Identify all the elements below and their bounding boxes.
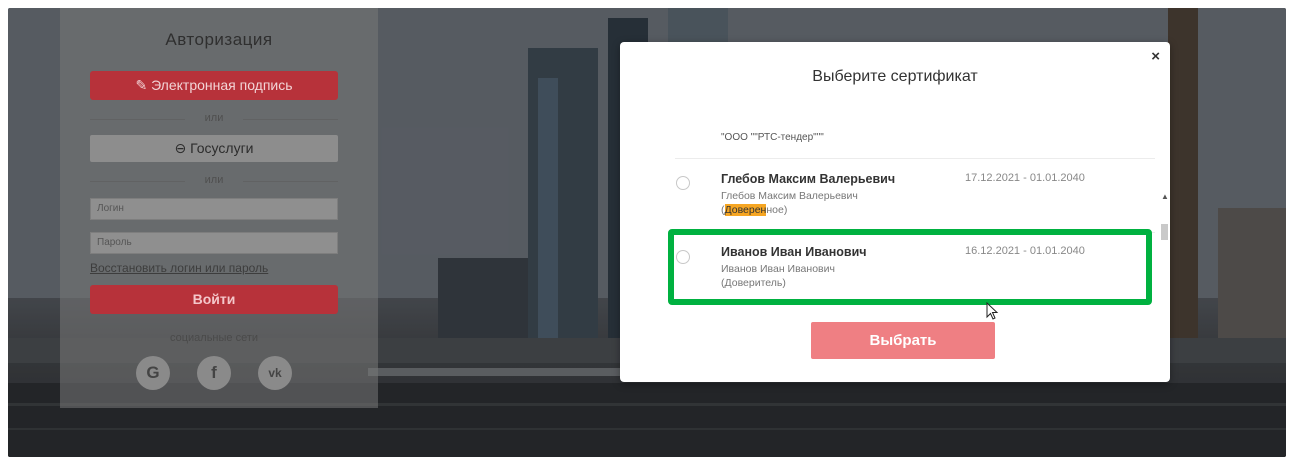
esign-label: Электронная подпись [151, 77, 293, 93]
modal-title: Выберите сертификат [812, 68, 978, 85]
password-field[interactable]: Пароль [90, 232, 338, 254]
cert-role: (Доверенное) [721, 204, 787, 216]
login-title: Авторизация [165, 30, 273, 49]
esign-button[interactable]: ✎ Электронная подпись [90, 71, 338, 100]
or-separator: или [90, 174, 338, 186]
cert-validity-dates: 16.12.2021 - 01.01.2040 [965, 245, 1085, 257]
search-highlight: Доверен [724, 204, 767, 216]
google-icon[interactable]: G [136, 356, 170, 390]
gosuslugi-label: Госуслуги [190, 140, 254, 156]
cert-owner-name: Глебов Максим Валерьевич [721, 172, 896, 186]
login-field[interactable]: Логин [90, 198, 338, 220]
cert-radio[interactable] [676, 176, 690, 190]
mouse-cursor-icon [986, 302, 999, 320]
gosuslugi-button[interactable]: ⊖ Госуслуги [90, 135, 338, 162]
cert-role-prefix: ( [721, 204, 725, 216]
cert-role: (Доверитель) [721, 277, 786, 289]
restore-login-link[interactable]: Восстановить логин или пароль [90, 261, 268, 275]
certificate-modal: × Выберите сертификат "ООО ""РТС-тендер"… [620, 42, 1170, 382]
certificate-list: "ООО ""РТС-тендер""" Глебов Максим Валер… [620, 106, 1168, 292]
login-panel: Авторизация ✎ Электронная подпись или ⊖ … [60, 8, 378, 408]
vk-icon[interactable]: vk [258, 356, 292, 390]
certificate-item[interactable]: Глебов Максим Валерьевич 17.12.2021 - 01… [620, 162, 1168, 232]
login-button[interactable]: Войти [90, 285, 338, 314]
or-separator: или [90, 112, 338, 124]
social-networks-label: социальные сети [169, 332, 259, 344]
cert-owner-name: Иванов Иван Иванович [721, 245, 867, 259]
close-icon[interactable]: × [1151, 48, 1160, 65]
divider [675, 232, 1155, 233]
scrollbar-thumb[interactable] [1161, 224, 1168, 240]
scroll-up-arrow-icon[interactable]: ▲ [1161, 192, 1168, 201]
cert-organization-text: "ООО ""РТС-тендер""" [721, 132, 824, 143]
pen-icon: ✎ [135, 77, 152, 93]
cert-role-suffix: ное) [766, 204, 788, 216]
cert-validity-dates: 17.12.2021 - 01.01.2040 [965, 172, 1085, 184]
divider [675, 158, 1155, 159]
cert-radio[interactable] [676, 250, 690, 264]
certificate-item[interactable]: Иванов Иван Иванович 16.12.2021 - 01.01.… [620, 236, 1168, 292]
select-button[interactable]: Выбрать [811, 322, 995, 359]
facebook-icon[interactable]: f [197, 356, 231, 390]
screenshot-frame: Авторизация ✎ Электронная подпись или ⊖ … [8, 8, 1286, 457]
cert-subject-name: Глебов Максим Валерьевич [721, 190, 858, 202]
cert-subject-name: Иванов Иван Иванович [721, 263, 835, 275]
gosuslugi-logo-icon: ⊖ [174, 140, 191, 156]
